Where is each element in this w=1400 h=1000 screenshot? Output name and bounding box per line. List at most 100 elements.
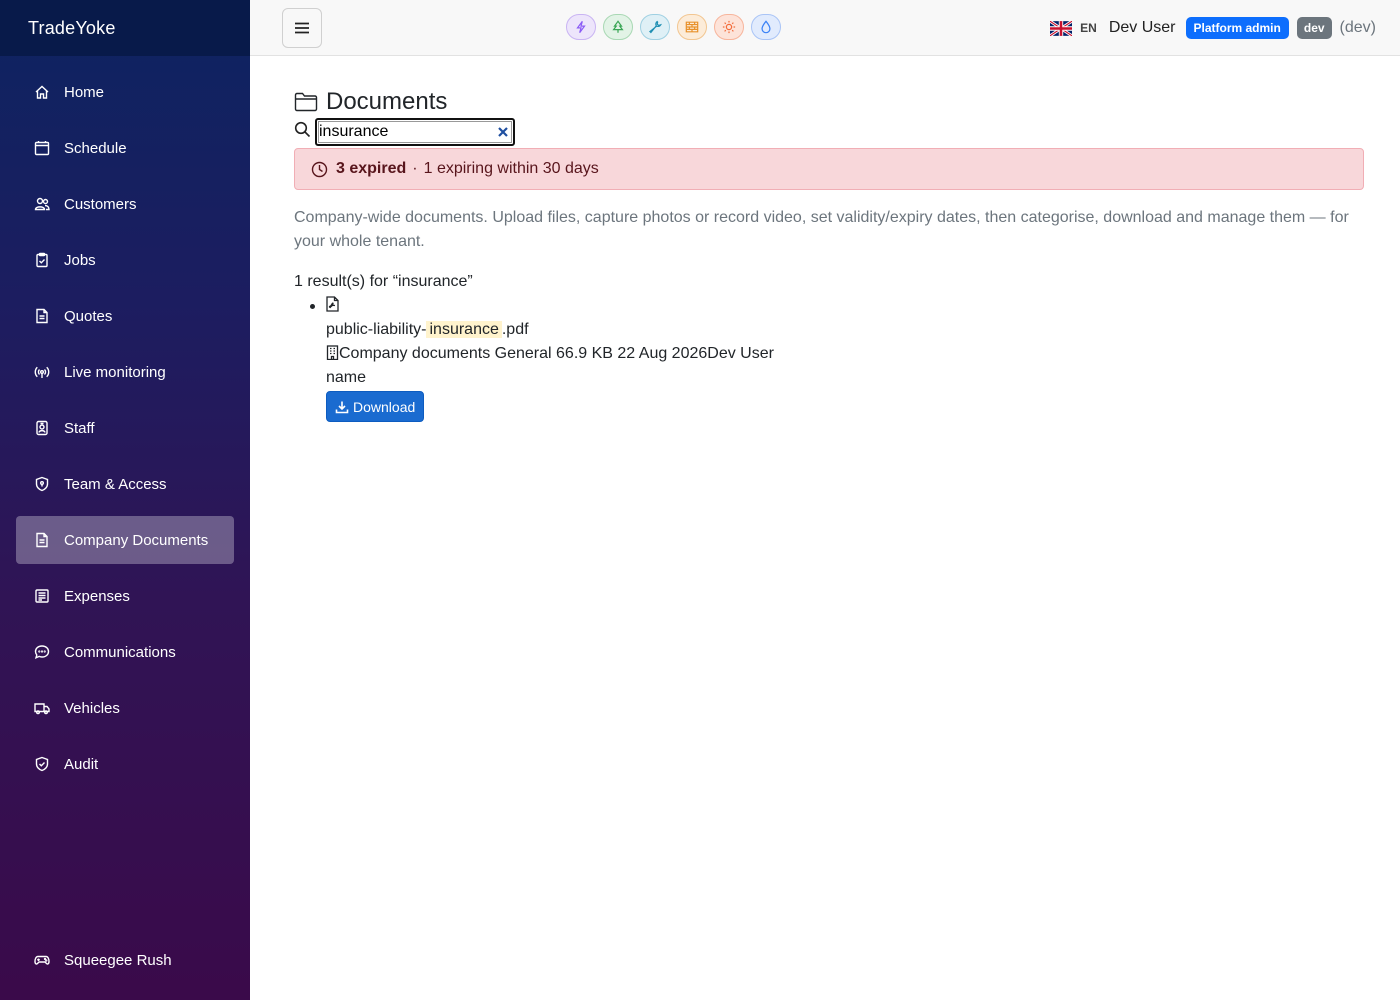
sidebar: TradeYoke Home Schedule Customers Jobs Q…: [0, 0, 250, 1000]
sidebar-item-vehicles[interactable]: Vehicles: [16, 684, 234, 732]
sidebar-item-expenses[interactable]: Expenses: [16, 572, 234, 620]
document-icon: [34, 308, 50, 324]
calendar-icon: [34, 140, 50, 156]
droplet-icon: [761, 20, 771, 34]
folder-icon: [294, 92, 318, 112]
receipt-icon: [34, 588, 50, 604]
user-area: EN Dev User Platform admin dev (dev): [1049, 0, 1376, 56]
user-name[interactable]: Dev User: [1109, 19, 1176, 37]
clock-icon: [311, 161, 328, 177]
sidebar-item-label: Live monitoring: [64, 363, 166, 381]
document-category: General: [494, 345, 552, 362]
document-name-suffix: .pdf: [501, 321, 529, 338]
document-name-prefix: public-liability-: [326, 321, 427, 338]
expiring-count[interactable]: 1 expiring within 30 days: [424, 160, 599, 178]
sidebar-item-label: Squeegee Rush: [64, 951, 172, 969]
sidebar-item-company-documents[interactable]: Company Documents: [16, 516, 234, 564]
trade-building-button[interactable]: [677, 14, 707, 40]
chat-icon: [34, 644, 50, 660]
bricks-icon: [685, 21, 699, 33]
gamepad-icon: [34, 952, 50, 968]
document-uploader: Dev User: [707, 345, 774, 362]
trade-plumbing-button[interactable]: [640, 14, 670, 40]
trade-landscaping-button[interactable]: [603, 14, 633, 40]
search-highlight: insurance: [426, 321, 502, 338]
brand-logo[interactable]: TradeYoke: [0, 0, 250, 56]
alert-separator: ·: [412, 160, 418, 177]
broadcast-icon: [34, 364, 50, 380]
sidebar-item-label: Staff: [64, 419, 95, 437]
download-button[interactable]: Download: [326, 391, 425, 422]
clear-search-icon[interactable]: [497, 125, 509, 137]
trade-electrical-button[interactable]: [566, 14, 596, 40]
page-description: Company-wide documents. Upload files, ca…: [294, 209, 1349, 250]
uk-flag-icon[interactable]: [1049, 19, 1073, 37]
clipboard-icon: [34, 252, 50, 268]
sun-icon: [722, 20, 736, 34]
sidebar-item-label: Team & Access: [64, 475, 167, 493]
people-icon: [34, 196, 50, 212]
download-label: Download: [353, 398, 416, 415]
sidebar-bottom: Squeegee Rush: [16, 936, 234, 984]
env-badge: dev: [1296, 17, 1332, 39]
sidebar-item-label: Communications: [64, 643, 176, 661]
sidebar-item-label: Company Documents: [64, 531, 209, 549]
document-size: 66.9 KB: [556, 345, 613, 362]
sidebar-item-communications[interactable]: Communications: [16, 628, 234, 676]
expired-count[interactable]: 3 expired: [336, 160, 406, 178]
sidebar-item-squeegee-rush[interactable]: Squeegee Rush: [16, 936, 234, 984]
document-extra: name: [326, 369, 367, 386]
document-name[interactable]: public-liability-insurance .pdf: [326, 318, 774, 342]
document-meta: Company documents General 66.9 KB 22 Aug…: [326, 342, 774, 366]
building-icon: [326, 345, 339, 362]
document-list: public-liability-insurance .pdf Company d…: [294, 294, 774, 422]
sidebar-item-jobs[interactable]: Jobs: [16, 236, 234, 284]
search-row: [294, 118, 515, 146]
hamburger-icon: [295, 22, 309, 34]
expiry-alert: 3 expired · 1 expiring within 30 days: [294, 148, 1364, 190]
sidebar-nav: Home Schedule Customers Jobs Quotes Live…: [0, 56, 250, 788]
sidebar-item-home[interactable]: Home: [16, 68, 234, 116]
document-icon: [34, 532, 50, 548]
sidebar-item-audit[interactable]: Audit: [16, 740, 234, 788]
search-field: [315, 118, 515, 146]
sidebar-item-team-access[interactable]: Team & Access: [16, 460, 234, 508]
sidebar-item-label: Quotes: [64, 307, 113, 325]
pdf-file-icon: [326, 296, 339, 314]
trade-cleaning-button[interactable]: [751, 14, 781, 40]
results-summary: 1 result(s) for “insurance”: [294, 273, 473, 290]
sidebar-item-label: Jobs: [64, 251, 96, 269]
trade-solar-button[interactable]: [714, 14, 744, 40]
sidebar-item-label: Vehicles: [64, 699, 120, 717]
sidebar-item-staff[interactable]: Staff: [16, 404, 234, 452]
sidebar-item-customers[interactable]: Customers: [16, 180, 234, 228]
shield-check-icon: [34, 756, 50, 772]
sidebar-item-label: Audit: [64, 755, 99, 773]
sidebar-item-label: Customers: [64, 195, 137, 213]
truck-icon: [34, 700, 50, 716]
sidebar-item-label: Expenses: [64, 587, 130, 605]
sidebar-item-label: Home: [64, 83, 105, 101]
wrench-icon: [649, 20, 662, 34]
document-expiry: 22 Aug 2026: [617, 345, 708, 362]
document-scope: Company documents: [339, 345, 491, 362]
tree-icon: [612, 20, 624, 33]
list-item: public-liability-insurance .pdf Company d…: [294, 294, 774, 422]
language-selector[interactable]: EN: [1080, 21, 1097, 35]
sidebar-item-label: Schedule: [64, 139, 127, 157]
lightning-icon: [576, 20, 586, 34]
env-label: (dev): [1339, 19, 1376, 36]
shield-icon: [34, 476, 50, 492]
home-icon: [34, 84, 50, 100]
search-input[interactable]: [317, 120, 495, 144]
person-badge-icon: [34, 420, 50, 436]
page-title-text: Documents: [326, 88, 448, 115]
sidebar-item-live-monitoring[interactable]: Live monitoring: [16, 348, 234, 396]
sidebar-item-quotes[interactable]: Quotes: [16, 292, 234, 340]
sidebar-item-schedule[interactable]: Schedule: [16, 124, 234, 172]
page-title: Documents: [294, 88, 447, 116]
menu-toggle-button[interactable]: [282, 8, 322, 48]
search-icon: [294, 121, 311, 143]
top-bar: EN Dev User Platform admin dev (dev): [250, 0, 1400, 56]
role-badge: Platform admin: [1185, 17, 1289, 39]
